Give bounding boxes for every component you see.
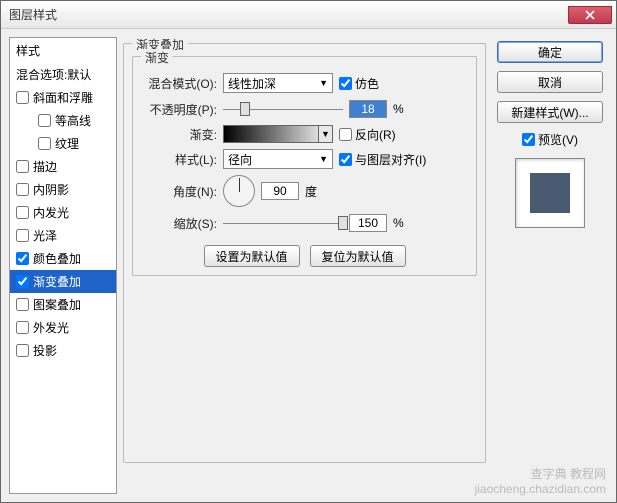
style-item[interactable]: 纹理 [10,132,116,155]
style-item[interactable]: 图案叠加 [10,293,116,316]
style-item[interactable]: 斜面和浮雕 [10,86,116,109]
scale-label: 缩放(S): [141,215,217,232]
inner-title: 渐变 [141,49,173,66]
dither-checkbox[interactable]: 仿色 [339,75,379,92]
style-item[interactable]: 投影 [10,339,116,362]
gradient-label: 渐变: [141,126,217,143]
dialog-window: 图层样式 样式 混合选项:默认 斜面和浮雕等高线纹理描边内阴影内发光光泽颜色叠加… [0,0,617,503]
styles-header: 样式 [10,38,116,63]
window-title: 图层样式 [5,6,57,23]
style-item[interactable]: 内阴影 [10,178,116,201]
style-item[interactable]: 描边 [10,155,116,178]
styles-list: 样式 混合选项:默认 斜面和浮雕等高线纹理描边内阴影内发光光泽颜色叠加渐变叠加图… [9,37,117,494]
angle-dial[interactable] [223,175,255,207]
center-panel: 渐变叠加 渐变 混合模式(O): 线性加深 ▼ 仿色 [123,37,486,494]
style-item[interactable]: 颜色叠加 [10,247,116,270]
blend-mode-combo[interactable]: 线性加深 ▼ [223,73,333,93]
close-icon [585,10,595,20]
ok-button[interactable]: 确定 [497,41,603,63]
chevron-down-icon: ▼ [318,126,332,142]
scale-slider[interactable] [223,213,343,233]
blending-options[interactable]: 混合选项:默认 [10,63,116,86]
right-panel: 确定 取消 新建样式(W)... 预览(V) [492,37,608,494]
titlebar: 图层样式 [1,1,616,29]
opacity-label: 不透明度(P): [141,101,217,118]
watermark: 查字典 教程网 jiaocheng.chazidian.com [475,467,606,496]
angle-label: 角度(N): [141,183,217,200]
make-default-button[interactable]: 设置为默认值 [204,245,300,267]
gradient-picker[interactable]: ▼ [223,125,333,143]
style-item[interactable]: 光泽 [10,224,116,247]
style-item[interactable]: 内发光 [10,201,116,224]
style-label: 样式(L): [141,151,217,168]
reverse-checkbox[interactable]: 反向(R) [339,126,396,143]
chevron-down-icon: ▼ [319,78,328,88]
style-combo[interactable]: 径向 ▼ [223,149,333,169]
blend-mode-label: 混合模式(O): [141,75,217,92]
preview-checkbox[interactable]: 预览(V) [492,131,608,148]
style-item[interactable]: 外发光 [10,316,116,339]
align-checkbox[interactable]: 与图层对齐(I) [339,151,426,168]
angle-field[interactable]: 90 [261,182,299,200]
gradient-overlay-group: 渐变叠加 渐变 混合模式(O): 线性加深 ▼ 仿色 [123,43,486,463]
gradient-fieldset: 渐变 混合模式(O): 线性加深 ▼ 仿色 不透明度(P): [132,56,477,276]
chevron-down-icon: ▼ [319,154,328,164]
reset-default-button[interactable]: 复位为默认值 [310,245,406,267]
preview-swatch [515,158,585,228]
close-button[interactable] [568,6,612,24]
opacity-field[interactable]: 18 [349,100,387,118]
dialog-body: 样式 混合选项:默认 斜面和浮雕等高线纹理描边内阴影内发光光泽颜色叠加渐变叠加图… [1,29,616,502]
cancel-button[interactable]: 取消 [497,71,603,93]
scale-field[interactable]: 150 [349,214,387,232]
style-item[interactable]: 等高线 [10,109,116,132]
new-style-button[interactable]: 新建样式(W)... [497,101,603,123]
style-item[interactable]: 渐变叠加 [10,270,116,293]
preview-inner [530,173,570,213]
opacity-slider[interactable] [223,99,343,119]
